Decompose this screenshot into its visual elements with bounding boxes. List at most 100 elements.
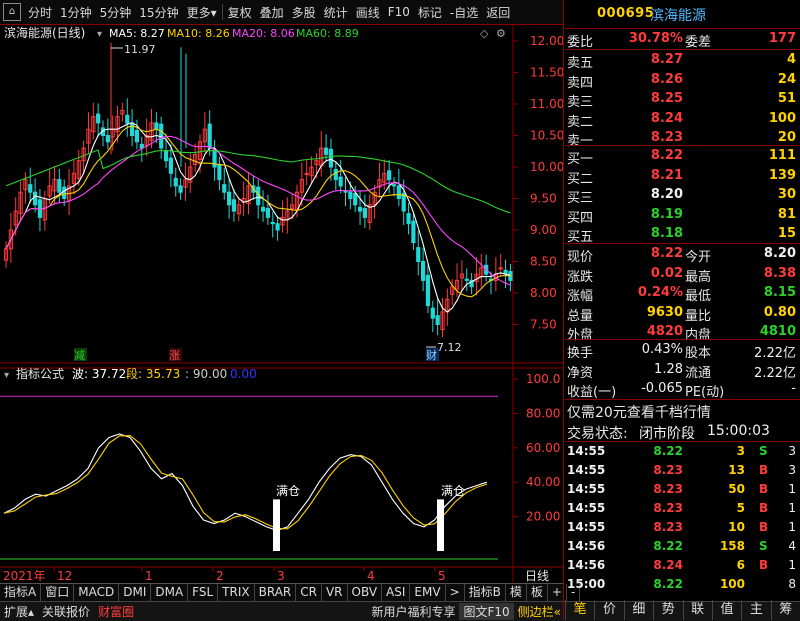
cai-marker[interactable]: 财 [426,348,437,362]
tab-vr[interactable]: VR [322,584,348,601]
weibi-value: 30.78% [628,31,683,46]
tick-side: B [759,501,769,515]
tab-fsl[interactable]: FSL [188,584,219,601]
tab-15min[interactable]: 15分钟 [135,4,182,21]
right-tab[interactable]: 价 [594,600,623,620]
tab-obv[interactable]: OBV [348,584,383,601]
tab-board[interactable]: 板 [527,584,548,601]
promo-text: 仅需20元查看千档行情 [567,405,711,421]
f10-button[interactable]: F10 [384,5,414,19]
tick-side: S [759,444,768,458]
buy-level-label: 买四 [567,210,594,226]
tick-row: 14:56 8.24 6 B 1 [565,557,800,575]
buy-volume: 111 [768,148,796,163]
candle-body [425,274,431,307]
mark-button[interactable]: 标记 [414,4,446,21]
tab-cr[interactable]: CR [296,584,322,601]
candle-body [328,148,334,168]
period-label[interactable]: 日线 [525,569,549,583]
month-tick: 1 [145,569,153,583]
right-tab[interactable]: 值 [711,600,741,620]
tab-brar[interactable]: BRAR [255,584,297,601]
shouyi-label: 收益(一) [567,385,617,400]
tick-row: 14:56 8.22 158 S 4 [565,538,800,556]
diamond-icon[interactable]: ◇ [480,27,489,40]
promo-link[interactable]: 仅需20元查看千档行情 [565,401,800,422]
tab-asi[interactable]: ASI [382,584,411,601]
right-tab[interactable]: 筹 [770,600,800,620]
sell-price: 8.24 [650,110,683,126]
watchlist-remove-button[interactable]: -自选 [446,4,482,21]
tick-row: 14:55 8.23 13 B 3 [565,462,800,480]
kline-chart[interactable]: 12.0011.5011.0010.5010.009.509.008.508.0… [0,25,563,583]
tab-indicator-a[interactable]: 指标A [0,584,42,601]
tab-trix[interactable]: TRIX [218,584,255,601]
right-tab[interactable]: 主 [741,600,770,620]
tab-macd[interactable]: MACD [74,584,120,601]
wealth-circle-button[interactable]: 财富圈 [94,603,138,620]
tick-time: 14:56 [567,558,606,572]
tab-dmi[interactable]: DMI [119,584,152,601]
tab-fenshi[interactable]: 分时 [24,4,56,21]
candle-body [173,177,178,187]
price-tick-label: 11.00 [530,97,563,111]
indicator-title[interactable]: 指标公式 [16,366,64,381]
tab-template[interactable]: 模 [506,584,527,601]
candle-body [130,122,135,137]
tab-window[interactable]: 窗口 [41,584,75,601]
candle-body [57,179,62,193]
candle-body [353,192,358,206]
candle-body [33,191,38,206]
sell-row: 卖四 8.26 24 [565,71,800,91]
stats-button[interactable]: 统计 [320,4,352,21]
right-tab[interactable]: 势 [653,600,682,620]
fundamental-row: 换手 0.43% 股本 2.22亿 [565,341,800,361]
tab-emv[interactable]: EMV [410,584,446,601]
jian-marker[interactable]: 减 [74,349,85,362]
month-tick: 5 [438,569,446,583]
right-panel-tabs: 笔价细势联值主筹 [565,600,800,620]
buy-level-label: 买二 [567,171,594,187]
chevron-down-icon[interactable]: ▾ [4,370,9,381]
more-button[interactable]: 更多▾ [183,4,221,21]
settings-icon[interactable]: ⚙ [496,27,506,40]
zhang-marker[interactable]: 涨 [169,349,180,362]
double-chevron-left-icon: « [553,605,561,619]
quote-row: 涨幅 0.24% 最低 8.15 [565,284,800,304]
price-tick-label: 10.50 [530,129,563,143]
new-user-promo-link[interactable]: 新用户福利专享 [367,603,459,620]
candle-body [256,186,261,206]
stock-code: 000695 [597,6,655,21]
fuquan-button[interactable]: 复权 [224,4,256,21]
waipan-value: 4820 [646,324,683,339]
sell-row: 卖三 8.25 51 [565,90,800,110]
tabs-next-button[interactable]: > [446,584,465,601]
stock-header: 000695 滨海能源 [565,0,800,29]
tab-dma[interactable]: DMA [151,584,189,601]
candle-body [464,278,469,281]
right-tab[interactable]: 细 [623,600,653,620]
chevron-down-icon[interactable]: ▾ [97,29,102,40]
overlay-button[interactable]: 叠加 [256,4,288,21]
pe-label: PE(动) [685,385,725,400]
draw-line-button[interactable]: 画线 [352,4,384,21]
tab-indicator-b[interactable]: 指标B [465,584,506,601]
back-button[interactable]: 返回 [482,4,514,21]
sell-level-label: 卖五 [567,56,594,71]
sidebar-button[interactable]: 侧边栏« [514,603,565,620]
tab-1min[interactable]: 1分钟 [56,4,96,21]
expand-button[interactable]: 扩展▴ [0,603,38,620]
right-tab[interactable]: 联 [682,600,712,620]
right-tab[interactable]: 笔 [565,600,594,620]
expand-label: 扩展 [4,605,29,619]
related-quotes-button[interactable]: 关联报价 [38,603,94,620]
candle-body [168,157,174,174]
f10-graphic-button[interactable]: 图文F10 [459,603,514,620]
xianjia-value: 8.22 [650,246,683,261]
jingzi-label: 净资 [567,365,594,381]
home-icon[interactable]: ⌂ [3,3,21,21]
tab-5min[interactable]: 5分钟 [96,4,136,21]
neipan-value: 4810 [759,324,796,339]
multi-stock-button[interactable]: 多股 [288,4,320,21]
tick-price: 8.23 [653,501,683,515]
